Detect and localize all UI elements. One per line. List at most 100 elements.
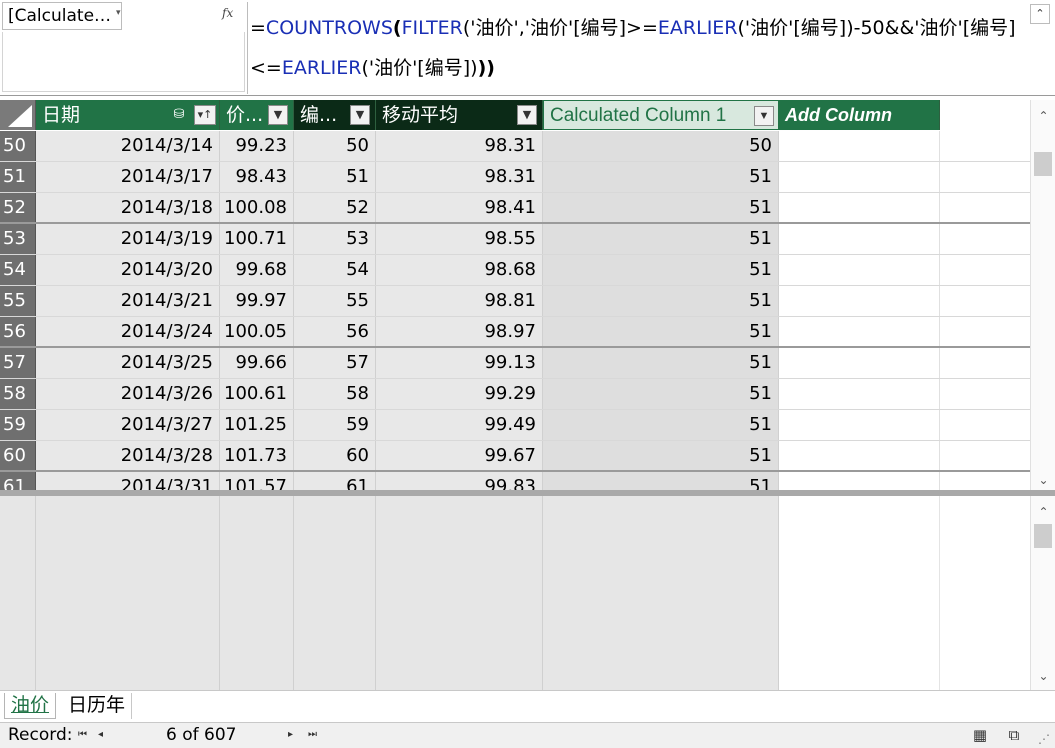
cell-date[interactable]: 2014/3/17 (36, 162, 220, 192)
cell-calc[interactable]: 51 (543, 472, 779, 490)
cell-calc[interactable]: 51 (543, 379, 779, 409)
calc-area-cell[interactable] (36, 523, 220, 550)
table-row[interactable]: 59 2014/3/27 101.25 59 99.49 51 (0, 410, 1030, 441)
column-header-calculated-column-1[interactable]: Calculated Column 1 ▼ (543, 100, 779, 130)
cell-ma[interactable]: 99.67 (376, 441, 543, 470)
cell-ma[interactable]: 98.41 (376, 193, 543, 222)
calc-area-cell[interactable] (543, 550, 779, 577)
cell-id[interactable]: 54 (294, 255, 376, 285)
cell-date[interactable]: 2014/3/19 (36, 224, 220, 254)
calc-area-cell[interactable] (294, 604, 376, 631)
cell-id[interactable]: 53 (294, 224, 376, 254)
calc-area-cell[interactable] (543, 577, 779, 604)
filter-dropdown-icon[interactable]: ▼ (350, 105, 370, 125)
table-row[interactable]: 54 2014/3/20 99.68 54 98.68 51 (0, 255, 1030, 286)
calc-area-cell[interactable] (220, 604, 294, 631)
column-header-date[interactable]: 日期 ⛁ ▾↑ (36, 100, 220, 130)
cell-price[interactable]: 100.61 (220, 379, 294, 409)
calc-area-cell[interactable] (294, 577, 376, 604)
cell-calc[interactable]: 50 (543, 131, 779, 161)
cell-id[interactable]: 56 (294, 317, 376, 346)
calc-area-cell[interactable] (779, 550, 940, 577)
row-number[interactable]: 50 (0, 131, 36, 161)
cell-calc[interactable]: 51 (543, 255, 779, 285)
calc-area-cell[interactable] (0, 658, 36, 685)
cell-date[interactable]: 2014/3/25 (36, 348, 220, 378)
scroll-up-icon[interactable]: ⌃ (1031, 500, 1055, 524)
table-row[interactable]: 55 2014/3/21 99.97 55 98.81 51 (0, 286, 1030, 317)
cell-date[interactable]: 2014/3/28 (36, 441, 220, 470)
calc-area-cell[interactable] (779, 631, 940, 658)
table-row[interactable]: 52 2014/3/18 100.08 52 98.41 51 (0, 193, 1030, 224)
cell-price[interactable]: 98.43 (220, 162, 294, 192)
cell-calc[interactable]: 51 (543, 441, 779, 470)
calc-area-cell[interactable] (0, 496, 36, 523)
calc-area-cell[interactable] (779, 523, 940, 550)
calc-area-cell[interactable] (376, 523, 543, 550)
cell-date[interactable]: 2014/3/27 (36, 410, 220, 440)
calc-area-cell[interactable] (779, 496, 940, 523)
cell-ma[interactable]: 98.97 (376, 317, 543, 346)
cell-add-column[interactable] (779, 162, 940, 192)
grid-view-icon[interactable]: ▦ (970, 725, 990, 745)
sort-filter-icon[interactable]: ▾↑ (194, 105, 216, 125)
calc-area-cell[interactable] (376, 631, 543, 658)
calc-area-cell[interactable] (220, 496, 294, 523)
calc-area-cell[interactable] (543, 631, 779, 658)
calc-area-cell[interactable] (220, 631, 294, 658)
row-number[interactable]: 60 (0, 441, 36, 470)
calc-area-cell[interactable] (220, 658, 294, 685)
cell-add-column[interactable] (779, 224, 940, 254)
cell-id[interactable]: 50 (294, 131, 376, 161)
cell-price[interactable]: 99.97 (220, 286, 294, 316)
filter-dropdown-icon[interactable]: ▼ (268, 105, 288, 125)
calc-area-cell[interactable] (0, 550, 36, 577)
calc-area-cell[interactable] (0, 631, 36, 658)
next-record-icon[interactable]: ▸ (288, 723, 293, 747)
first-record-icon[interactable]: ⏮ (78, 723, 87, 747)
calc-area-cell[interactable] (0, 604, 36, 631)
cell-date[interactable]: 2014/3/14 (36, 131, 220, 161)
column-header-price[interactable]: 价... ▼ (220, 100, 294, 130)
calc-area-cell[interactable] (376, 577, 543, 604)
calc-area-cell[interactable] (543, 523, 779, 550)
cell-calc[interactable]: 51 (543, 410, 779, 440)
cell-add-column[interactable] (779, 410, 940, 440)
cell-price[interactable]: 100.71 (220, 224, 294, 254)
cell-id[interactable]: 60 (294, 441, 376, 470)
calc-area-cell[interactable] (779, 604, 940, 631)
scroll-down-icon[interactable]: ⌄ (1031, 468, 1055, 492)
cell-price[interactable]: 100.05 (220, 317, 294, 346)
cell-price[interactable]: 99.23 (220, 131, 294, 161)
cell-date[interactable]: 2014/3/24 (36, 317, 220, 346)
table-row[interactable]: 51 2014/3/17 98.43 51 98.31 51 (0, 162, 1030, 193)
calc-area-cell[interactable] (376, 604, 543, 631)
column-header-id[interactable]: 编... ▼ (294, 100, 376, 130)
cell-ma[interactable]: 99.83 (376, 472, 543, 490)
row-number[interactable]: 58 (0, 379, 36, 409)
cell-date[interactable]: 2014/3/31 (36, 472, 220, 490)
calc-area-cell[interactable] (779, 577, 940, 604)
row-number[interactable]: 56 (0, 317, 36, 346)
tab-oil-price[interactable]: 油价 (4, 693, 57, 719)
cell-id[interactable]: 51 (294, 162, 376, 192)
cell-date[interactable]: 2014/3/20 (36, 255, 220, 285)
calc-area-cell[interactable] (36, 577, 220, 604)
select-all-corner[interactable] (0, 100, 36, 130)
cell-date[interactable]: 2014/3/26 (36, 379, 220, 409)
cell-price[interactable]: 99.68 (220, 255, 294, 285)
cell-add-column[interactable] (779, 286, 940, 316)
cell-ma[interactable]: 98.31 (376, 131, 543, 161)
cell-price[interactable]: 99.66 (220, 348, 294, 378)
calc-area-cell[interactable] (220, 523, 294, 550)
table-row[interactable]: 53 2014/3/19 100.71 53 98.55 51 (0, 224, 1030, 255)
calc-area-cell[interactable] (294, 658, 376, 685)
calculation-area[interactable] (0, 496, 1030, 690)
calc-area-cell[interactable] (543, 496, 779, 523)
cell-add-column[interactable] (779, 441, 940, 470)
filter-dropdown-icon[interactable]: ▼ (517, 105, 537, 125)
row-number[interactable]: 55 (0, 286, 36, 316)
cell-ma[interactable]: 99.29 (376, 379, 543, 409)
table-row[interactable]: 57 2014/3/25 99.66 57 99.13 51 (0, 348, 1030, 379)
last-record-icon[interactable]: ⏭ (308, 723, 317, 747)
